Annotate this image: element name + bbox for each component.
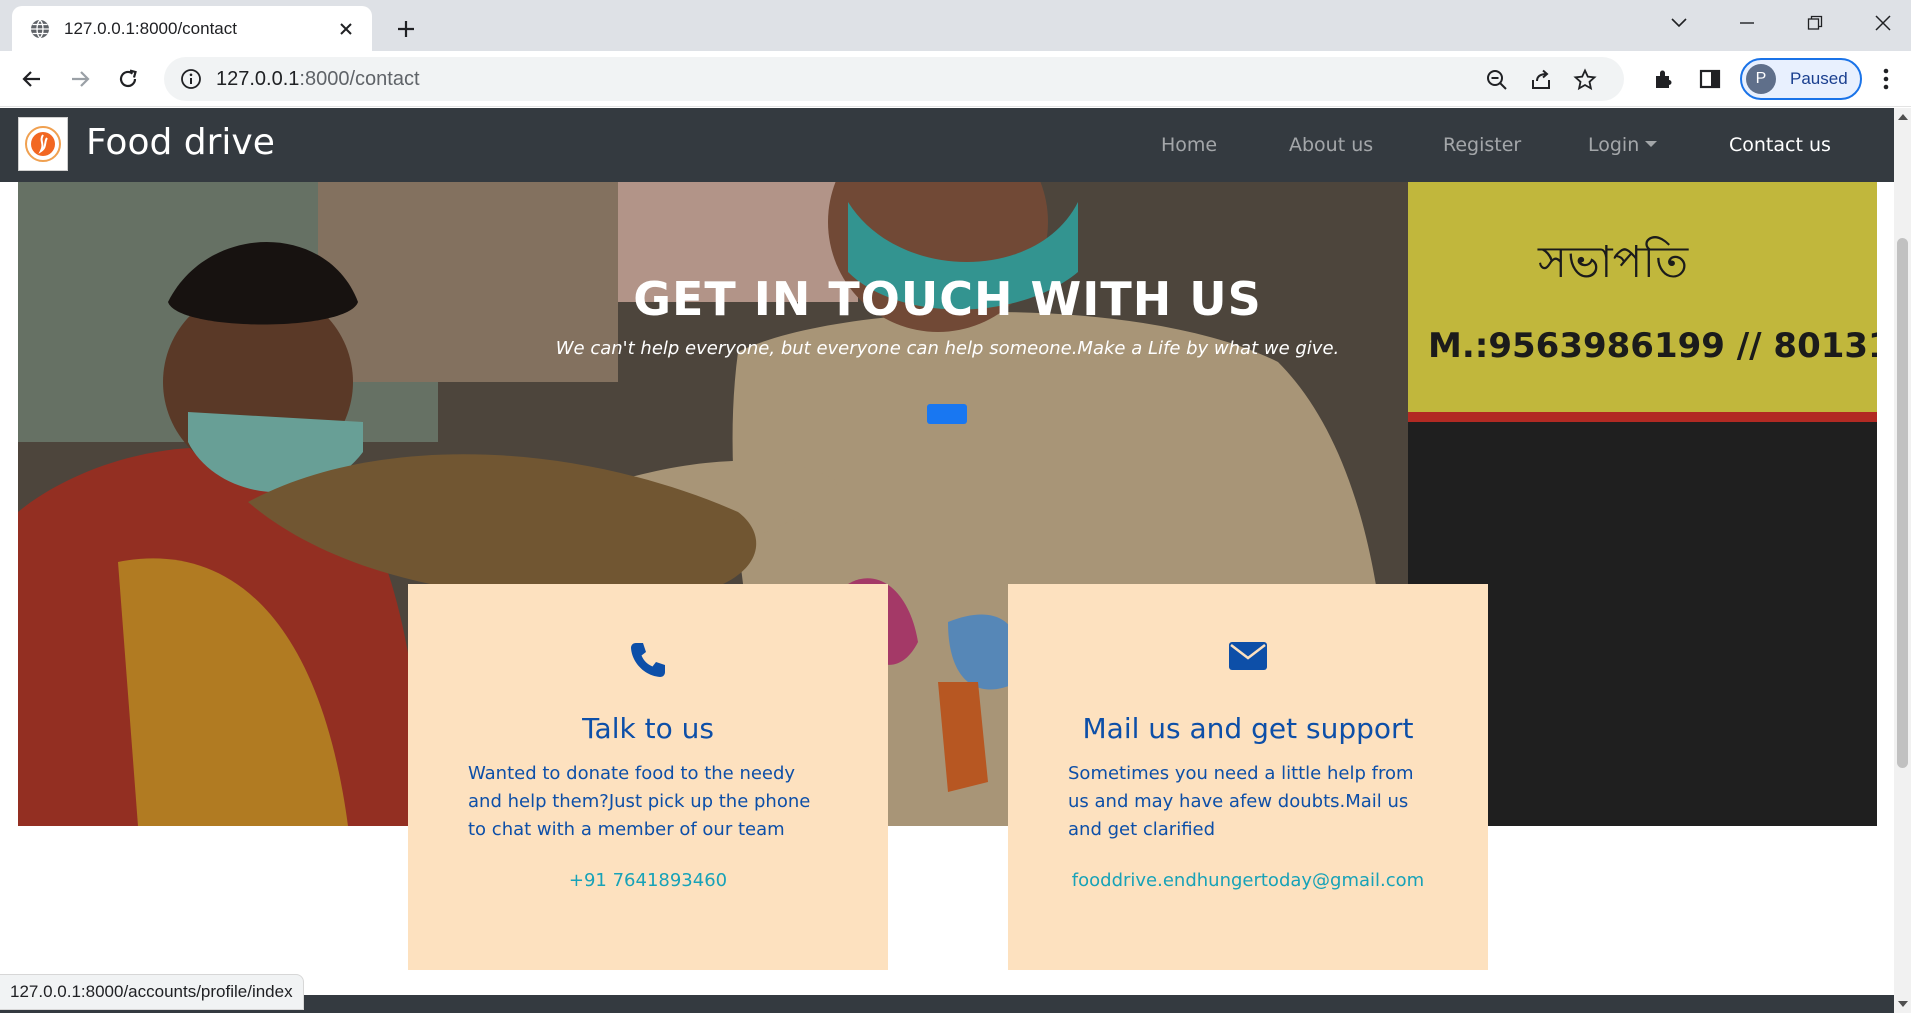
scrollbar-thumb[interactable]	[1897, 238, 1908, 768]
hero-accent-bar	[927, 404, 967, 424]
card-title: Talk to us	[582, 712, 714, 745]
nav-contact-us[interactable]: Contact us	[1729, 132, 1831, 158]
site-navbar: Food drive Home About us Register Login …	[0, 108, 1894, 182]
forward-icon[interactable]	[64, 63, 96, 95]
page-scrollbar[interactable]	[1894, 108, 1911, 1013]
hero-subtitle: We can't help everyone, but everyone can…	[555, 338, 1340, 359]
star-icon[interactable]	[1572, 67, 1598, 93]
tab-title: 127.0.0.1:8000/contact	[64, 18, 237, 38]
profile-button[interactable]: P Paused	[1740, 58, 1862, 100]
chevron-down-icon[interactable]	[1656, 8, 1702, 38]
nav-login-dropdown[interactable]: Login	[1588, 132, 1658, 158]
contact-card-phone: Talk to us Wanted to donate food to the …	[408, 584, 888, 970]
caret-down-icon	[1645, 141, 1658, 147]
tab-strip: 127.0.0.1:8000/contact	[0, 0, 1911, 51]
nav-about-us[interactable]: About us	[1289, 132, 1373, 158]
card-text: Wanted to donate food to the needy and h…	[468, 763, 811, 840]
contact-card-mail: Mail us and get support Sometimes you ne…	[1008, 584, 1488, 970]
share-icon[interactable]	[1528, 67, 1554, 93]
plus-icon[interactable]	[390, 13, 422, 45]
extensions-icon[interactable]	[1648, 63, 1680, 95]
nav-register[interactable]: Register	[1443, 132, 1521, 158]
profile-status: Paused	[1790, 69, 1848, 88]
close-icon[interactable]	[334, 17, 358, 41]
address-bar[interactable]: 127.0.0.1:8000/contact	[164, 57, 1624, 101]
card-title: Mail us and get support	[1082, 712, 1414, 745]
browser-tab[interactable]: 127.0.0.1:8000/contact	[12, 6, 372, 51]
zoom-out-icon[interactable]	[1484, 67, 1510, 93]
brand-name[interactable]: Food drive	[86, 118, 275, 168]
email-link[interactable]: fooddrive.endhungertoday@gmail.com	[1008, 870, 1488, 891]
brand-logo[interactable]	[18, 117, 68, 171]
side-panel-icon[interactable]	[1694, 63, 1726, 95]
globe-icon	[30, 19, 50, 39]
phone-link[interactable]: +91 7641893460	[408, 870, 888, 891]
info-icon[interactable]	[180, 68, 202, 90]
url-text: 127.0.0.1:8000/contact	[216, 67, 420, 90]
reload-icon[interactable]	[112, 63, 144, 95]
minimize-icon[interactable]	[1724, 8, 1770, 38]
card-text: Sometimes you need a little help from us…	[1068, 763, 1414, 840]
scroll-up-icon[interactable]	[1898, 114, 1908, 120]
restore-icon[interactable]	[1792, 8, 1838, 38]
status-bar-url: 127.0.0.1:8000/accounts/profile/index	[0, 974, 304, 1010]
phone-icon	[408, 640, 888, 680]
page-viewport: Food drive Home About us Register Login …	[0, 108, 1894, 1013]
envelope-icon	[1008, 640, 1488, 672]
back-icon[interactable]	[16, 63, 48, 95]
kebab-menu-icon[interactable]	[1870, 63, 1902, 95]
close-window-icon[interactable]	[1860, 8, 1906, 38]
browser-toolbar: 127.0.0.1:8000/contact P Paused	[0, 51, 1911, 107]
hero-title: GET IN TOUCH WITH US	[633, 272, 1262, 326]
hero-banner: সভাপতি M.:9563986199 // 8013148976 GET I…	[18, 182, 1877, 826]
avatar: P	[1746, 64, 1776, 94]
scroll-down-icon[interactable]	[1898, 1001, 1908, 1007]
nav-home[interactable]: Home	[1161, 132, 1217, 158]
